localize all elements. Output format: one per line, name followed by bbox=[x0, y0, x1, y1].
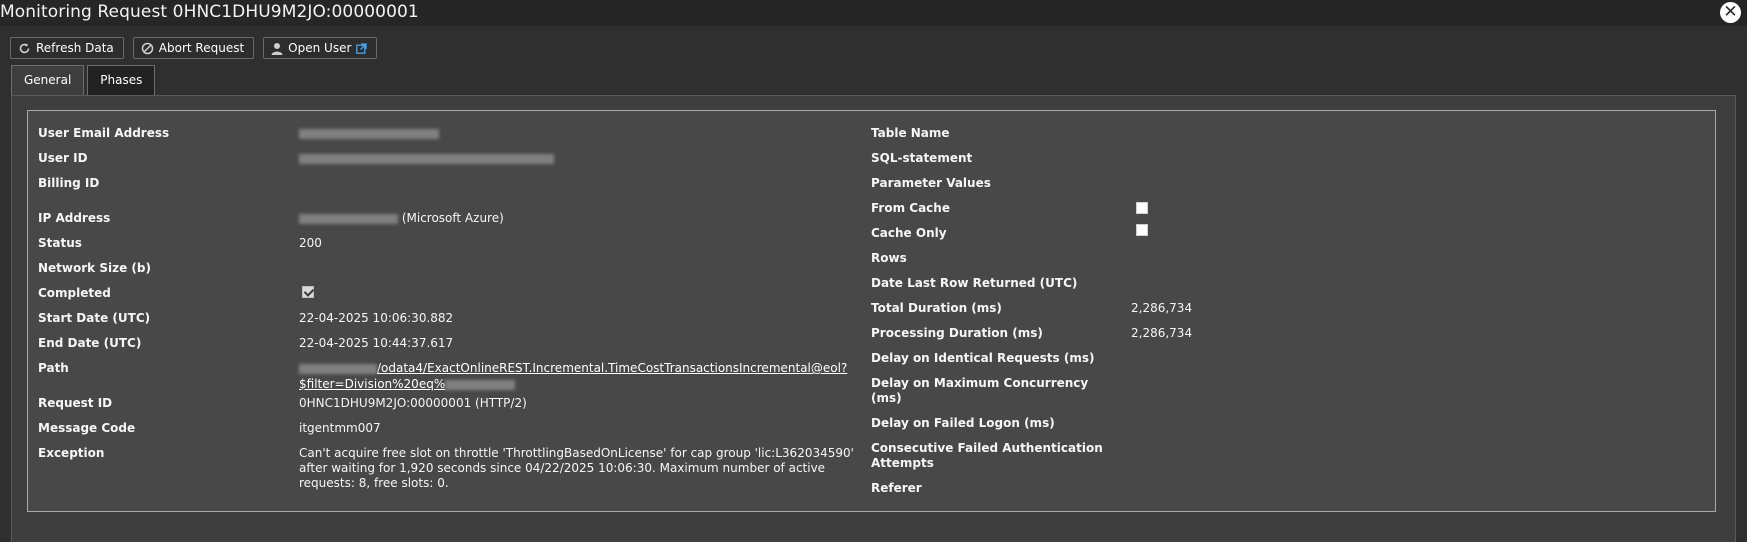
dialog-title: Monitoring Request 0HNC1DHU9M2JO:0000000… bbox=[0, 2, 419, 22]
request-id-value: 0HNC1DHU9M2JO:00000001 (HTTP/2) bbox=[299, 396, 527, 410]
path-label: Path bbox=[38, 361, 69, 375]
exception-line-3: requests: 8, free slots: 0. bbox=[299, 476, 449, 490]
status-value: 200 bbox=[299, 236, 322, 250]
path-line-2[interactable]: $filter=Division%20eq% bbox=[299, 377, 445, 391]
billing-id-label: Billing ID bbox=[38, 176, 100, 190]
end-date-label: End Date (UTC) bbox=[38, 336, 142, 350]
consecutive-failed-label-line-2: Attempts bbox=[871, 456, 934, 470]
start-date-value: 22-04-2025 10:06:30.882 bbox=[299, 311, 454, 325]
refresh-data-label: Refresh Data bbox=[36, 41, 114, 55]
completed-checkbox bbox=[302, 286, 314, 298]
total-duration-label: Total Duration (ms) bbox=[871, 301, 1002, 315]
ip-address-value: (Microsoft Azure) bbox=[299, 211, 504, 225]
exception-label: Exception bbox=[38, 446, 105, 460]
delay-concurrency-label-line-2: (ms) bbox=[871, 391, 902, 405]
date-last-row-label: Date Last Row Returned (UTC) bbox=[871, 276, 1078, 290]
abort-request-label: Abort Request bbox=[158, 41, 245, 55]
rows-label: Rows bbox=[871, 251, 907, 265]
delay-failed-logon-label: Delay on Failed Logon (ms) bbox=[871, 416, 1055, 430]
user-email-label: User Email Address bbox=[38, 126, 170, 140]
network-size-label: Network Size (b) bbox=[38, 261, 151, 275]
abort-request-button[interactable]: Abort Request bbox=[132, 37, 255, 59]
request-details: User Email Address User ID Billing ID IP… bbox=[27, 110, 1716, 512]
user-id-value bbox=[299, 151, 554, 165]
processing-duration-label: Processing Duration (ms) bbox=[871, 326, 1043, 340]
exception-line-2: after waiting for 1,920 seconds since 04… bbox=[299, 461, 826, 475]
ip-address-provider: (Microsoft Azure) bbox=[401, 211, 504, 225]
from-cache-label: From Cache bbox=[871, 201, 950, 215]
cache-only-label: Cache Only bbox=[871, 226, 947, 240]
close-icon[interactable]: ✕ bbox=[1720, 2, 1741, 23]
total-duration-value: 2,286,734 bbox=[1131, 301, 1193, 315]
open-user-label: Open User bbox=[288, 41, 352, 55]
delay-concurrency-label: Delay on Maximum Concurrency (ms) bbox=[871, 376, 1088, 406]
refresh-data-button[interactable]: Refresh Data bbox=[10, 37, 124, 59]
message-code-value: itgentmm007 bbox=[299, 421, 381, 435]
user-email-value bbox=[299, 126, 439, 140]
cache-only-checkbox bbox=[1136, 224, 1148, 236]
consecutive-failed-label-line-1: Consecutive Failed Authentication bbox=[871, 441, 1103, 455]
completed-label: Completed bbox=[38, 286, 111, 300]
exception-value: Can't acquire free slot on throttle 'Thr… bbox=[299, 446, 854, 491]
tab-bar: General Phases bbox=[11, 65, 156, 95]
consecutive-failed-label: Consecutive Failed Authentication Attemp… bbox=[871, 441, 1103, 471]
tab-phases[interactable]: Phases bbox=[87, 65, 156, 95]
ip-address-label: IP Address bbox=[38, 211, 111, 225]
delay-concurrency-label-line-1: Delay on Maximum Concurrency bbox=[871, 376, 1089, 390]
message-code-label: Message Code bbox=[38, 421, 136, 435]
abort-icon bbox=[141, 42, 154, 55]
request-id-label: Request ID bbox=[38, 396, 113, 410]
status-label: Status bbox=[38, 236, 82, 250]
from-cache-checkbox bbox=[1136, 202, 1148, 214]
exception-line-1: Can't acquire free slot on throttle 'Thr… bbox=[299, 446, 854, 460]
toolbar: Refresh Data Abort Request Open User bbox=[10, 37, 378, 59]
processing-duration-value: 2,286,734 bbox=[1131, 326, 1193, 340]
table-name-label: Table Name bbox=[871, 126, 950, 140]
start-date-label: Start Date (UTC) bbox=[38, 311, 151, 325]
delay-identical-label: Delay on Identical Requests (ms) bbox=[871, 351, 1095, 365]
tab-general[interactable]: General bbox=[11, 65, 85, 95]
user-id-label: User ID bbox=[38, 151, 88, 165]
referer-label: Referer bbox=[871, 481, 922, 495]
open-user-button[interactable]: Open User bbox=[263, 37, 378, 59]
path-line-1[interactable]: /odata4/ExactOnlineREST.Incremental.Time… bbox=[377, 361, 847, 375]
title-bar: Monitoring Request 0HNC1DHU9M2JO:0000000… bbox=[0, 0, 1747, 26]
refresh-icon bbox=[18, 42, 31, 55]
user-icon bbox=[271, 42, 283, 55]
external-link-icon bbox=[356, 42, 368, 54]
parameter-values-label: Parameter Values bbox=[871, 176, 991, 190]
end-date-value: 22-04-2025 10:44:37.617 bbox=[299, 336, 454, 350]
path-link[interactable]: /odata4/ExactOnlineREST.Incremental.Time… bbox=[299, 361, 847, 391]
sql-statement-label: SQL-statement bbox=[871, 151, 973, 165]
